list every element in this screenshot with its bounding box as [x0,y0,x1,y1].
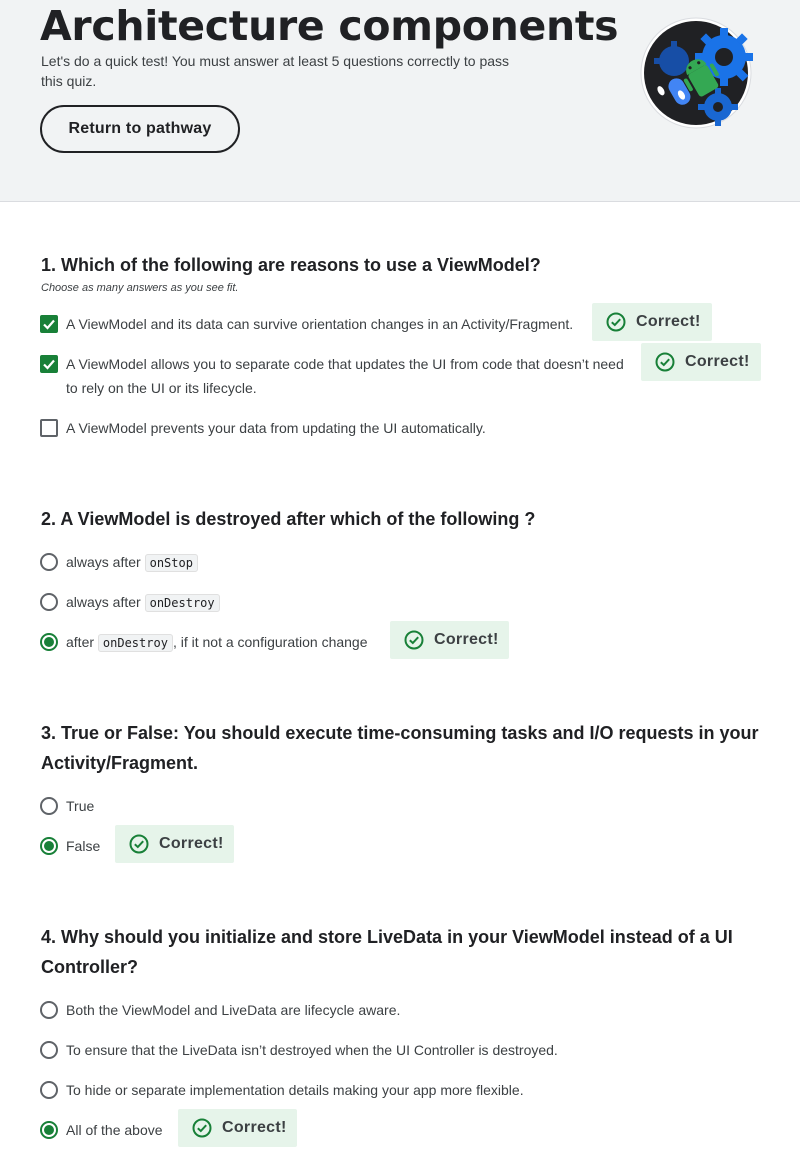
radio-unselected[interactable] [40,553,58,571]
radio-selected[interactable] [40,837,58,855]
check-circle-icon [192,1118,212,1138]
check-circle-icon [655,352,675,372]
quiz-header: Architecture components Let's do a quick… [0,0,800,202]
q4-option-1-label: Both the ViewModel and LiveData are life… [66,1002,401,1018]
q2-option-3-label: after onDestroy, if it not a configurati… [66,634,368,652]
q4-option-1[interactable]: Both the ViewModel and LiveData are life… [40,1000,400,1022]
radio-unselected[interactable] [40,1001,58,1019]
return-to-pathway-button[interactable]: Return to pathway [40,105,240,153]
check-circle-icon [404,630,424,650]
q2-option-1-label: always after onStop [66,550,198,575]
question-2-text: 2. A ViewModel is destroyed after which … [41,509,536,529]
q4-option-3-label: To hide or separate implementation detai… [66,1082,524,1098]
checkbox-checked[interactable] [40,355,58,373]
question-3-text: 3. True or False: You should execute tim… [41,723,759,773]
q1-option-1[interactable]: A ViewModel and its data can survive ori… [40,314,586,336]
q3-option-1-label: True [66,798,95,814]
question-1-text: 1. Which of the following are reasons to… [41,255,541,275]
q1-option-2[interactable]: A ViewModel allows you to separate code … [40,354,634,400]
q2-option-2-label: always after onDestroy [66,590,220,615]
q4-option-4-label: All of the above [66,1122,163,1138]
q4-option-2[interactable]: To ensure that the LiveData isn’t destro… [40,1040,558,1062]
question-1-hint: Choose as many answers as you see fit. [41,282,239,294]
q1-option-3-label: A ViewModel prevents your data from upda… [66,420,486,436]
radio-selected[interactable] [40,1121,58,1139]
question-4-text: 4. Why should you initialize and store L… [41,927,733,977]
q4-option-3[interactable]: To hide or separate implementation detai… [40,1080,524,1102]
q2-option-3[interactable]: after onDestroy, if it not a configurati… [40,632,368,655]
q1-option-1-label: A ViewModel and its data can survive ori… [66,316,574,332]
correct-feedback-badge: Correct! [592,303,712,341]
checkbox-checked[interactable] [40,315,58,333]
q2-option-1[interactable]: always after onStop [40,552,198,575]
q3-option-2[interactable]: False [40,836,100,858]
correct-label: Correct! [685,353,750,370]
radio-unselected[interactable] [40,1041,58,1059]
q3-option-2-label: False [66,838,101,854]
check-circle-icon [606,312,626,332]
q3-option-1[interactable]: True [40,796,94,818]
correct-feedback-badge: Correct! [390,621,509,659]
code-onstop: onStop [144,554,198,572]
q4-option-2-label: To ensure that the LiveData isn’t destro… [66,1042,558,1058]
check-circle-icon [129,834,149,854]
radio-unselected[interactable] [40,593,58,611]
q4-option-4[interactable]: All of the above [40,1120,163,1142]
correct-label: Correct! [434,631,499,648]
correct-feedback-badge: Correct! [178,1109,297,1147]
radio-unselected[interactable] [40,1081,58,1099]
correct-label: Correct! [222,1119,287,1136]
code-ondestroy: onDestroy [97,634,173,652]
correct-label: Correct! [636,313,701,330]
code-ondestroy: onDestroy [144,594,220,612]
q2-option-2[interactable]: always after onDestroy [40,592,220,615]
q1-option-2-label: A ViewModel allows you to separate code … [66,356,624,396]
android-gears-badge-icon [638,17,760,131]
correct-feedback-badge: Correct! [641,343,761,381]
checkbox-unchecked[interactable] [40,419,58,437]
correct-feedback-badge: Correct! [115,825,234,863]
page-title: Architecture components [40,2,619,50]
radio-unselected[interactable] [40,797,58,815]
q1-option-3[interactable]: A ViewModel prevents your data from upda… [40,418,486,440]
radio-selected[interactable] [40,633,58,651]
correct-label: Correct! [159,835,224,852]
page-subtitle: Let's do a quick test! You must answer a… [41,53,510,89]
